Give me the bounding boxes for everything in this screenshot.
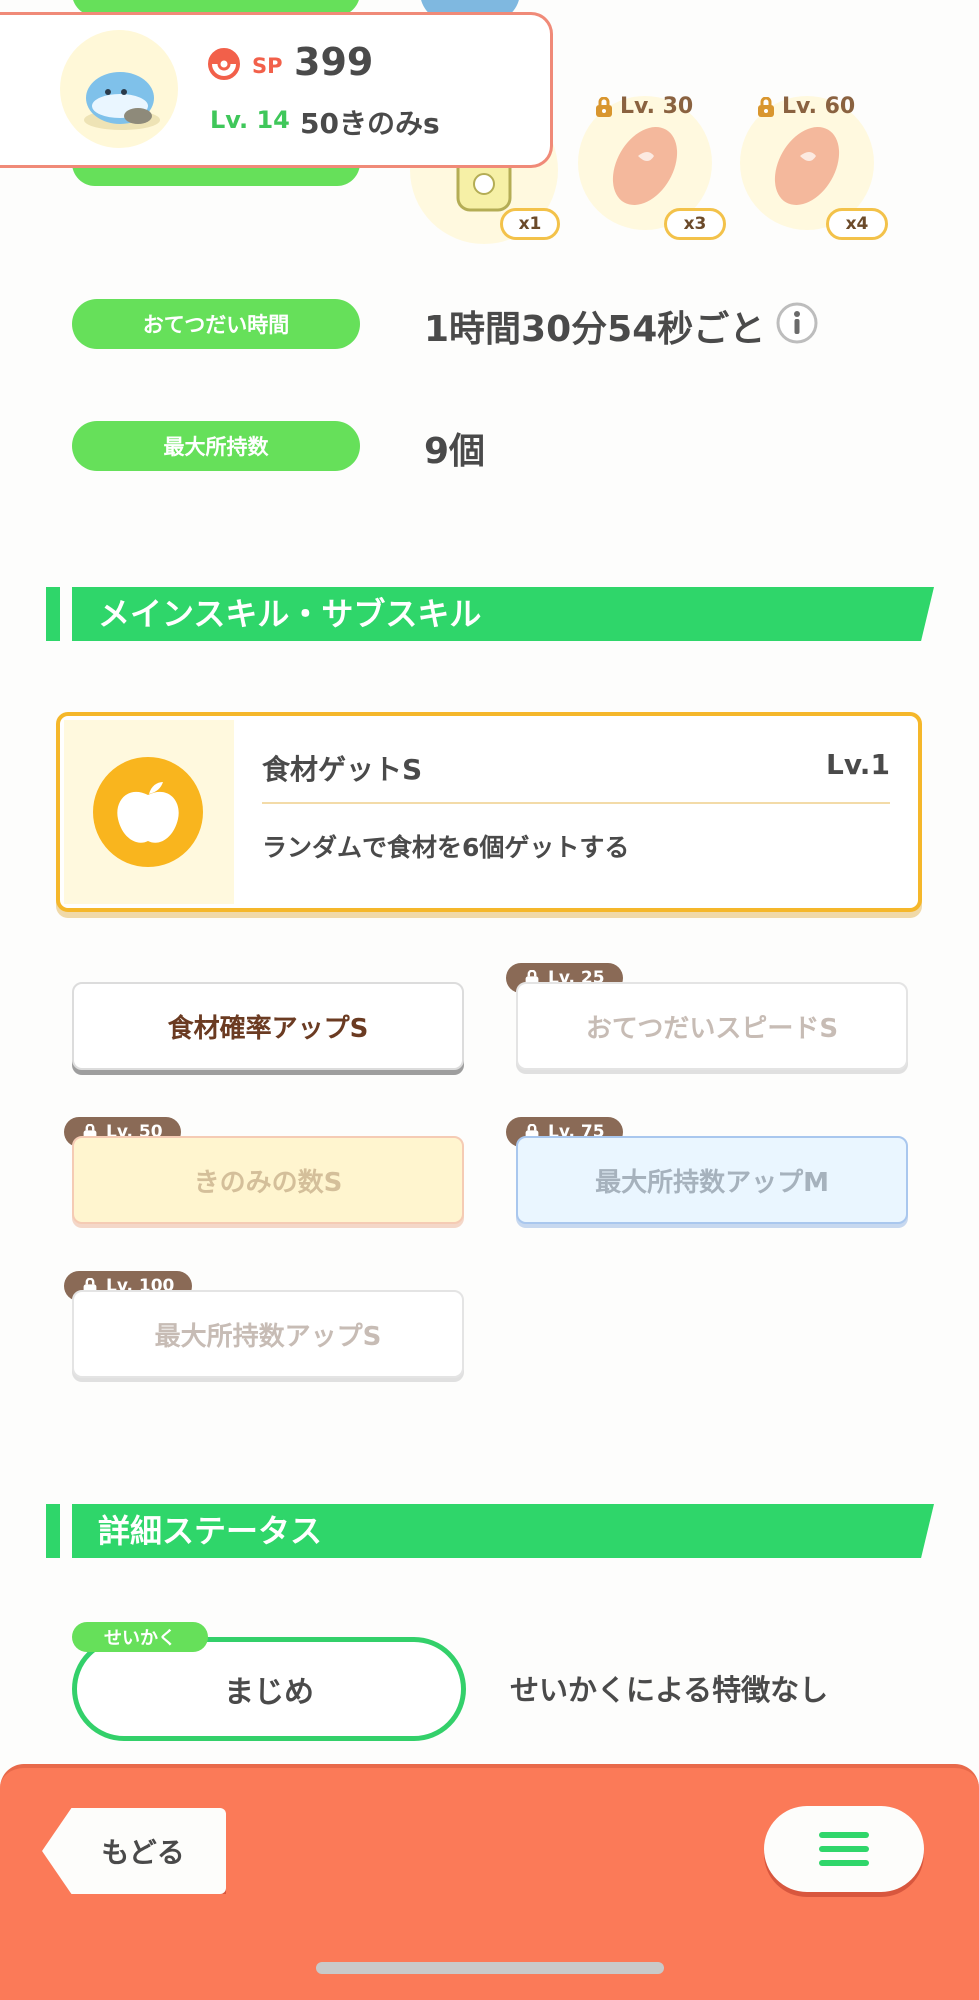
help-time-label: おてつだい時間 [72,299,360,349]
sp-value: 399 [294,40,374,84]
lock-icon [596,96,612,117]
sub-skill-5[interactable]: 最大所持数アップS [72,1290,464,1378]
max-carry-value: 9個 [424,431,486,472]
ingredient-lock-2: Lv. 30 [594,94,693,119]
ingredient-lock-3: Lv. 60 [756,94,855,119]
main-skill-level: Lv.1 [826,748,890,781]
info-icon[interactable] [776,302,818,344]
nature-button[interactable]: まじめ [72,1637,466,1741]
help-time-value: 1時間30分54秒ごと [424,309,766,350]
lock-icon [758,96,774,117]
sub-skill-3[interactable]: きのみの数S [72,1136,464,1224]
main-skill-name: 食材ゲットS [262,753,423,786]
sausage-icon [600,124,690,208]
pokemon-sprite-icon [80,62,164,132]
pokeball-icon [208,48,240,80]
menu-button[interactable] [764,1806,924,1892]
level-label: Lv. 14 [210,106,290,134]
sub-skill-4[interactable]: 最大所持数アップM [516,1136,908,1224]
hamburger-menu-icon [819,1832,869,1866]
home-indicator[interactable] [316,1962,664,1974]
ingredient-count-3: x4 [826,208,888,240]
sausage-icon [762,124,852,208]
back-button-label: もどる [101,1836,185,1869]
sp-label: SP [252,54,283,78]
details-section-header: 詳細ステータス [46,1504,934,1558]
sub-skill-2[interactable]: おてつだいスピードS [516,982,908,1070]
skills-section-title: メインスキル・サブスキル [98,595,482,633]
apple-icon [93,757,203,867]
sub-skill-1[interactable]: 食材確率アップS [72,982,464,1070]
main-skill-description: ランダムで食材を6個ゲットする [262,833,630,862]
nature-tag: せいかく [72,1622,208,1652]
ingredient-count-1: x1 [500,208,560,240]
back-button[interactable]: もどる [42,1808,226,1894]
ingredient-count-2: x3 [664,208,726,240]
nature-effect: せいかくによる特徴なし [510,1673,829,1707]
max-carry-label: 最大所持数 [72,421,360,471]
main-skill-divider [262,802,890,804]
details-section-title: 詳細ステータス [98,1512,323,1550]
skills-section-header: メインスキル・サブスキル [46,587,934,641]
berries-text: 50きのみs [300,107,440,140]
